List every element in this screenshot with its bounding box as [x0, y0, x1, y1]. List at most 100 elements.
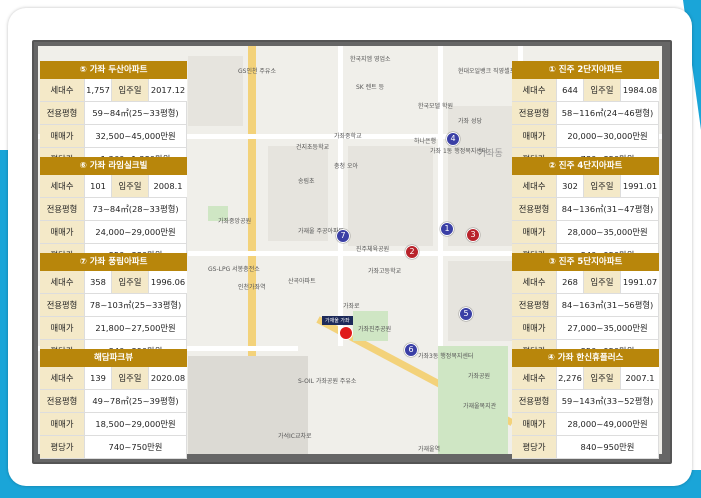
label-sale: 매매가: [512, 221, 557, 243]
value-households: 358: [85, 271, 112, 293]
map-label: 하나은행: [414, 138, 437, 145]
table-title: 해담파크뷰: [40, 349, 187, 367]
label-households: 세대수: [512, 175, 557, 197]
table-title: ⑦ 가좌 풍림아파트: [40, 253, 187, 271]
value-area: 78~103㎡(25~33평형): [85, 294, 187, 316]
map-label: 가좌 성당: [458, 118, 482, 125]
label-area: 전용평형: [512, 294, 557, 316]
value-sale: 28,000~35,000만원: [557, 221, 659, 243]
label-area: 전용평형: [40, 198, 85, 220]
label-perpyeong: 평당가: [512, 436, 557, 458]
value-movein: 1991.01: [622, 181, 658, 191]
map-label: SK 렌트 등: [356, 84, 385, 91]
map-label: 가좌중앙공원: [218, 218, 252, 225]
value-sale: 32,500~45,000만원: [85, 125, 187, 147]
value-households: 2,276: [557, 367, 584, 389]
pin-6[interactable]: 6: [404, 343, 418, 357]
map-label: 한국모델 학원: [418, 103, 454, 110]
pin-2[interactable]: 2: [405, 245, 419, 259]
value-households: 101: [85, 175, 112, 197]
value-movein: 2008.1: [153, 181, 183, 191]
map-label: 인천가좌역: [238, 284, 266, 291]
value-households: 1,757: [85, 79, 112, 101]
label-movein: 입주일: [584, 175, 621, 197]
map-label: GS인천 주유소: [238, 68, 276, 75]
map-label: 충청 오아: [334, 163, 358, 170]
pin-7[interactable]: 7: [336, 229, 350, 243]
table-poonglim: ⑦ 가좌 풍림아파트 세대수 358 입주일 1996.06 전용평형 78~103㎡(…: [40, 253, 187, 363]
label-area: 전용평형: [40, 390, 85, 412]
label-movein: 입주일: [112, 367, 149, 389]
center-marker[interactable]: [339, 326, 353, 340]
table-doosan: ⑤ 가좌 두산아파트 세대수 1,757 입주일 2017.12 전용평형 59~84㎡…: [40, 61, 187, 171]
label-households: 세대수: [40, 367, 85, 389]
map-label: 가재울역: [418, 446, 441, 453]
value-sale: 24,000~29,000만원: [85, 221, 187, 243]
park-area: [438, 346, 508, 454]
table-title: ⑥ 가좌 라임실크빌: [40, 157, 187, 175]
value-sale: 27,000~35,000만원: [557, 317, 659, 339]
table-haedam: 해담파크뷰 세대수 139 입주일 2020.08 전용평형 49~78㎡(25~39평…: [40, 349, 187, 459]
table-title: ③ 진주 5단지아파트: [512, 253, 659, 271]
label-sale: 매매가: [40, 413, 85, 435]
map-label: 가좌3동 행정복지센터: [418, 353, 474, 360]
value-area: 73~84㎡(28~33평형): [85, 198, 187, 220]
value-movein: 1996.06: [150, 277, 186, 287]
map-label: 가석IC교차로: [278, 433, 312, 440]
value-perpyeong: 840~950만원: [557, 436, 659, 458]
label-movein: 입주일: [112, 175, 149, 197]
label-area: 전용평형: [512, 102, 557, 124]
pin-3[interactable]: 3: [466, 228, 480, 242]
map-label: 가좌로: [343, 303, 360, 310]
value-sale: 28,000~49,000만원: [557, 413, 659, 435]
value-area: 84~163㎡(31~56평형): [557, 294, 659, 316]
value-households: 268: [557, 271, 584, 293]
map-label: 진주체육공원: [356, 246, 390, 253]
pin-5[interactable]: 5: [459, 307, 473, 321]
map-block: [348, 146, 433, 246]
label-movein: 입주일: [584, 79, 621, 101]
value-perpyeong: 740~750만원: [85, 436, 187, 458]
table-title: ④ 가좌 한신휴플러스: [512, 349, 659, 367]
value-households: 302: [557, 175, 584, 197]
map-block: [448, 106, 513, 246]
map-block: [188, 56, 243, 126]
label-sale: 매매가: [40, 317, 85, 339]
label-households: 세대수: [40, 271, 85, 293]
label-sale: 매매가: [512, 317, 557, 339]
road-h2: [188, 251, 518, 256]
value-movein: 1991.07: [622, 277, 658, 287]
label-households: 세대수: [512, 367, 557, 389]
value-movein: 1984.08: [622, 85, 658, 95]
table-limesilk: ⑥ 가좌 라임실크빌 세대수 101 입주일 2008.1 전용평형 73~84㎡(28…: [40, 157, 187, 267]
value-households: 644: [557, 79, 584, 101]
value-area: 58~116㎡(24~46평형): [557, 102, 659, 124]
label-movein: 입주일: [112, 79, 149, 101]
label-area: 전용평형: [40, 102, 85, 124]
value-area: 49~78㎡(25~39평형): [85, 390, 187, 412]
map-block: [448, 261, 513, 341]
value-sale: 21,800~27,500만원: [85, 317, 187, 339]
map-label: 산곡아파트: [288, 278, 316, 285]
center-tag: 가재울 가좌: [322, 316, 353, 325]
map-label: 가좌공원: [468, 373, 491, 380]
label-sale: 매매가: [512, 125, 557, 147]
map-label: 현대오일뱅크 직영셀프: [458, 68, 516, 75]
label-area: 전용평형: [512, 390, 557, 412]
map-label: 가재울복지관: [463, 403, 497, 410]
table-title: ① 진주 2단지아파트: [512, 61, 659, 79]
label-sale: 매매가: [512, 413, 557, 435]
map-label: S-OIL 가좌공원 주유소: [298, 378, 357, 385]
map-label: 한국지엠 영업소: [350, 56, 391, 63]
table-title: ⑤ 가좌 두산아파트: [40, 61, 187, 79]
label-area: 전용평형: [40, 294, 85, 316]
label-households: 세대수: [40, 79, 85, 101]
value-movein: 2020.08: [150, 373, 186, 383]
table-jinju4: ② 진주 4단지아파트 세대수 302 입주일 1991.01 전용평형 84~136㎡…: [512, 157, 659, 267]
table-jinju2: ① 진주 2단지아파트 세대수 644 입주일 1984.08 전용평형 58~116㎡…: [512, 61, 659, 171]
pin-1[interactable]: 1: [440, 222, 454, 236]
value-movein: 2007.1: [625, 373, 655, 383]
label-households: 세대수: [512, 271, 557, 293]
pin-4[interactable]: 4: [446, 132, 460, 146]
value-area: 84~136㎡(31~47평형): [557, 198, 659, 220]
